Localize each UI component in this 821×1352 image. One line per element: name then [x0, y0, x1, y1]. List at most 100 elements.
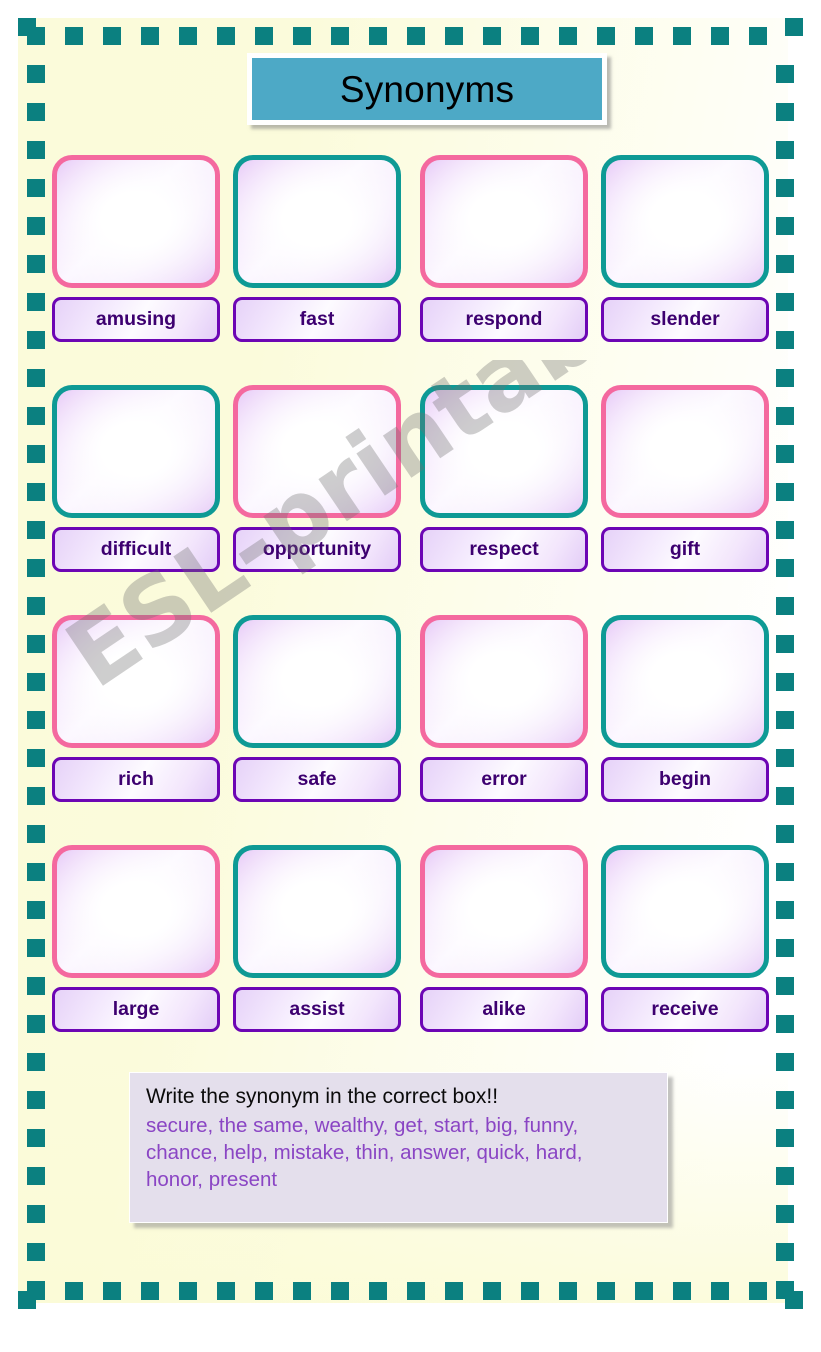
- border-square-left: [27, 1015, 45, 1033]
- border-square-right: [776, 787, 794, 805]
- border-square-bottom: [673, 1282, 691, 1300]
- border-square-left: [27, 103, 45, 121]
- word-label: opportunity: [262, 537, 372, 560]
- answer-box[interactable]: [233, 615, 401, 748]
- word-label-box: assist: [233, 987, 401, 1032]
- word-label-box: alike: [420, 987, 588, 1032]
- synonym-row: difficult opportunity respect gift: [52, 385, 777, 615]
- border-square-right: [776, 1053, 794, 1071]
- answer-box[interactable]: [52, 155, 220, 288]
- border-square-left: [27, 1053, 45, 1071]
- word-label-box: difficult: [52, 527, 220, 572]
- border-square-top: [711, 27, 729, 45]
- border-square-bottom: [407, 1282, 425, 1300]
- border-square-top: [673, 27, 691, 45]
- border-square-right: [776, 939, 794, 957]
- border-square-right: [776, 977, 794, 995]
- word-label: respect: [469, 537, 539, 560]
- border-square-bottom: [521, 1282, 539, 1300]
- answer-box[interactable]: [601, 155, 769, 288]
- word-label-box: respond: [420, 297, 588, 342]
- border-square-corner-tl: [18, 18, 36, 36]
- border-square-top: [293, 27, 311, 45]
- border-square-bottom: [635, 1282, 653, 1300]
- border-square-top: [521, 27, 539, 45]
- answer-box[interactable]: [601, 615, 769, 748]
- border-square-bottom: [217, 1282, 235, 1300]
- word-label-box: safe: [233, 757, 401, 802]
- answer-box[interactable]: [233, 845, 401, 978]
- answer-box[interactable]: [52, 615, 220, 748]
- instructions-heading: Write the synonym in the correct box!!: [146, 1085, 499, 1108]
- word-label: respond: [465, 307, 543, 330]
- border-square-bottom: [331, 1282, 349, 1300]
- border-square-top: [179, 27, 197, 45]
- border-square-left: [27, 597, 45, 615]
- answer-box[interactable]: [601, 845, 769, 978]
- word-label-box: gift: [601, 527, 769, 572]
- border-square-left: [27, 977, 45, 995]
- answer-box[interactable]: [420, 155, 588, 288]
- worksheet-title-banner: Synonyms: [247, 53, 607, 125]
- instructions-panel: Write the synonym in the correct box!! s…: [129, 1072, 668, 1223]
- border-square-left: [27, 217, 45, 235]
- word-label: amusing: [95, 307, 177, 330]
- synonym-cell: amusing: [52, 155, 220, 342]
- answer-box[interactable]: [52, 845, 220, 978]
- border-square-left: [27, 1167, 45, 1185]
- border-square-top: [483, 27, 501, 45]
- border-square-right: [776, 293, 794, 311]
- title-bar: Synonyms: [252, 58, 602, 120]
- synonym-cell: begin: [601, 615, 769, 802]
- border-square-corner-tr: [785, 18, 803, 36]
- border-square-left: [27, 1243, 45, 1261]
- word-label-box: receive: [601, 987, 769, 1032]
- border-square-right: [776, 217, 794, 235]
- synonym-cell: assist: [233, 845, 401, 1032]
- border-square-right: [776, 1015, 794, 1033]
- border-square-top: [103, 27, 121, 45]
- answer-box[interactable]: [233, 155, 401, 288]
- border-square-right: [776, 1167, 794, 1185]
- answer-box[interactable]: [420, 845, 588, 978]
- worksheet-page: Synonyms amusing fast respond slender diffic…: [0, 0, 821, 1352]
- synonym-cell: respond: [420, 155, 588, 342]
- answer-box[interactable]: [52, 385, 220, 518]
- answer-box[interactable]: [233, 385, 401, 518]
- synonym-row: amusing fast respond slender: [52, 155, 777, 385]
- word-label: large: [112, 997, 160, 1020]
- word-label-box: rich: [52, 757, 220, 802]
- border-square-right: [776, 179, 794, 197]
- border-square-right: [776, 1205, 794, 1223]
- synonym-cell: error: [420, 615, 588, 802]
- border-square-right: [776, 635, 794, 653]
- answer-box[interactable]: [420, 385, 588, 518]
- answer-box[interactable]: [601, 385, 769, 518]
- border-square-bottom: [711, 1282, 729, 1300]
- border-square-left: [27, 1091, 45, 1109]
- border-square-left: [27, 635, 45, 653]
- border-square-left: [27, 787, 45, 805]
- border-square-bottom: [293, 1282, 311, 1300]
- border-square-right: [776, 711, 794, 729]
- border-square-left: [27, 1205, 45, 1223]
- border-square-left: [27, 293, 45, 311]
- border-square-left: [27, 141, 45, 159]
- border-square-top: [407, 27, 425, 45]
- border-square-right: [776, 673, 794, 691]
- border-square-bottom: [445, 1282, 463, 1300]
- word-label: alike: [482, 997, 526, 1020]
- border-square-top: [445, 27, 463, 45]
- word-label: difficult: [100, 537, 172, 560]
- word-label-box: respect: [420, 527, 588, 572]
- word-label: begin: [659, 767, 711, 790]
- word-label: assist: [289, 997, 345, 1020]
- border-square-right: [776, 65, 794, 83]
- border-square-left: [27, 255, 45, 273]
- word-label: safe: [297, 767, 337, 790]
- border-square-top: [635, 27, 653, 45]
- answer-box[interactable]: [420, 615, 588, 748]
- word-label-box: opportunity: [233, 527, 401, 572]
- synonym-cell: fast: [233, 155, 401, 342]
- word-label-box: begin: [601, 757, 769, 802]
